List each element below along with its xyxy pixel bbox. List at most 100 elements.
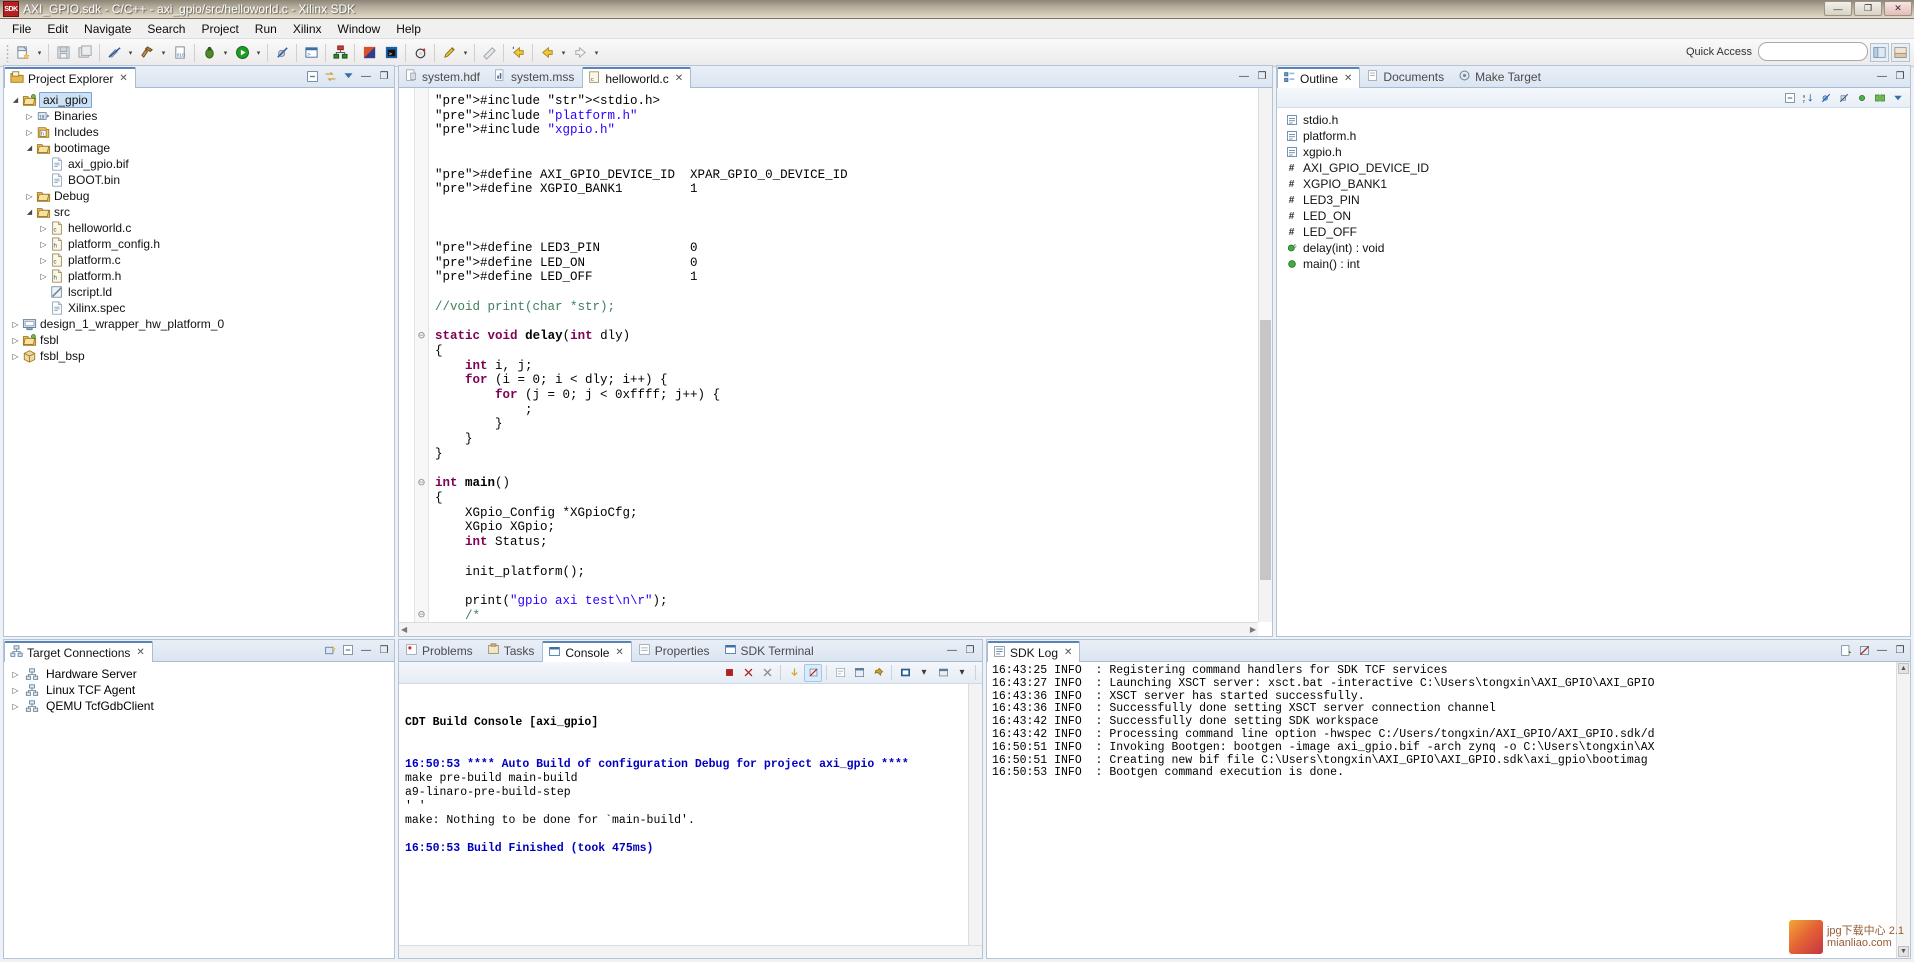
maximize-button[interactable]: ❐	[1854, 1, 1882, 16]
fold-toggle-icon[interactable]: ⊖	[415, 608, 428, 623]
target-connections-body[interactable]: Hardware Server Linux TCF Agent QEMU TcfGd…	[4, 662, 394, 958]
tab-console[interactable]: Console ✕	[542, 641, 632, 662]
tree-item-platform-h[interactable]: h platform.h	[6, 268, 394, 284]
twisty-collapsed-icon[interactable]	[10, 336, 21, 345]
hide-nonpublic-icon[interactable]	[1854, 90, 1870, 106]
console-body[interactable]: ▾ ▾ CDT Build Console [axi_gpio] 16:50:5…	[399, 662, 982, 958]
close-icon[interactable]: ✕	[136, 647, 144, 658]
sort-icon[interactable]: az	[1800, 90, 1816, 106]
outline-tree[interactable]: stdio.h platform.h xgpio.h # AXI_GPIO_DEVICE…	[1277, 108, 1910, 272]
scroll-lock-icon[interactable]	[785, 664, 803, 682]
refresh-icon[interactable]	[409, 42, 431, 64]
tree-item-boot-bin[interactable]: BOOT.bin	[6, 172, 394, 188]
menu-xilinx[interactable]: Xilinx	[285, 20, 330, 38]
tree-item-xilinx-spec[interactable]: Xilinx.spec	[6, 300, 394, 316]
outline-item[interactable]: platform.h	[1281, 128, 1910, 144]
close-button[interactable]: ✕	[1884, 1, 1912, 16]
twisty-collapsed-icon[interactable]	[38, 272, 49, 281]
forward-dropdown-icon[interactable]: ▾	[591, 42, 602, 64]
program-fpga-icon[interactable]: 010	[169, 42, 191, 64]
debug-dropdown-icon[interactable]: ▾	[220, 42, 231, 64]
tree-item-bootimage[interactable]: bootimage	[6, 140, 394, 156]
toolbar-grip[interactable]	[6, 43, 9, 62]
build-dropdown-icon[interactable]: ▾	[158, 42, 169, 64]
close-icon[interactable]: ✕	[675, 73, 683, 84]
twisty-collapsed-icon[interactable]	[10, 702, 21, 711]
twisty-collapsed-icon[interactable]	[38, 224, 49, 233]
twisty-collapsed-icon[interactable]	[24, 192, 35, 201]
scroll-right-icon[interactable]: ▶	[1250, 625, 1256, 634]
twisty-expanded-icon[interactable]	[24, 208, 35, 216]
tree-item-debug[interactable]: Debug	[6, 188, 394, 204]
build-hammer-icon[interactable]	[136, 42, 158, 64]
terminal-icon[interactable]: >	[300, 42, 322, 64]
terminate-icon[interactable]	[720, 664, 738, 682]
menu-navigate[interactable]: Navigate	[76, 20, 139, 38]
console-horizontal-scrollbar[interactable]	[399, 945, 982, 958]
save-icon[interactable]	[52, 42, 74, 64]
fold-toggle-icon[interactable]: ⊖	[415, 476, 428, 491]
perspective-debug-button[interactable]	[1891, 43, 1910, 62]
twisty-collapsed-icon[interactable]	[24, 128, 35, 137]
display-selected-console-icon[interactable]	[896, 664, 914, 682]
sdk-log-body[interactable]: 16:43:25 INFO : Registering command hand…	[987, 662, 1910, 958]
minimize-icon[interactable]: —	[944, 642, 960, 658]
tree-item-axi-gpio[interactable]: axi_gpio	[6, 92, 394, 108]
tab-system-mss[interactable]: system.mss	[488, 66, 582, 87]
skip-breakpoints-icon[interactable]	[271, 42, 293, 64]
hw-connect-icon[interactable]	[329, 42, 351, 64]
project-tree[interactable]: axi_gpio 10 Binaries h Includes bootimage axi_…	[4, 88, 394, 364]
pencil-dropdown-icon[interactable]: ▾	[460, 42, 471, 64]
editor-folding-gutter[interactable]: ⊖ ⊖ ⊖	[415, 88, 429, 636]
outline-item[interactable]: # LED_OFF	[1281, 224, 1910, 240]
display-selected-dropdown-icon[interactable]: ▾	[915, 664, 933, 682]
collapse-all-icon[interactable]	[1782, 90, 1798, 106]
console-vertical-scrollbar[interactable]	[968, 684, 982, 958]
menu-project[interactable]: Project	[193, 20, 246, 38]
scroll-up-icon[interactable]: ▲	[1898, 663, 1909, 674]
source-code[interactable]: "pre">#include "str"><stdio.h> "pre">#inc…	[429, 88, 1272, 636]
export-log-icon[interactable]	[1838, 642, 1854, 658]
tab-project-explorer[interactable]: Project Explorer ✕	[4, 67, 136, 88]
scroll-left-icon[interactable]: ◀	[401, 625, 407, 634]
outline-item[interactable]: xgpio.h	[1281, 144, 1910, 160]
tab-documents[interactable]: Documents	[1360, 66, 1452, 87]
twisty-collapsed-icon[interactable]	[10, 686, 21, 695]
sdk-log-vertical-scrollbar[interactable]: ▲ ▼	[1896, 662, 1910, 958]
open-console-dropdown-icon[interactable]: ▾	[953, 664, 971, 682]
outline-item[interactable]: # AXI_GPIO_DEVICE_ID	[1281, 160, 1910, 176]
editor-horizontal-scrollbar[interactable]: ◀ ▶	[399, 622, 1258, 636]
pencil-icon[interactable]	[438, 42, 460, 64]
clear-console-icon[interactable]	[804, 663, 822, 682]
quick-access[interactable]: Quick Access	[1686, 42, 1868, 61]
tab-properties[interactable]: Properties	[632, 640, 718, 661]
tab-system-hdf[interactable]: system.hdf	[399, 66, 488, 87]
maximize-icon[interactable]: ❐	[1892, 642, 1908, 658]
twisty-expanded-icon[interactable]	[10, 96, 21, 104]
xsct-console-icon[interactable]: >	[380, 42, 402, 64]
outline-item[interactable]: # LED_ON	[1281, 208, 1910, 224]
forward-icon[interactable]	[569, 42, 591, 64]
run-icon[interactable]	[231, 42, 253, 64]
no-build-dropdown-icon[interactable]: ▾	[125, 42, 136, 64]
maximize-icon[interactable]: ❐	[1892, 68, 1908, 84]
maximize-icon[interactable]: ❐	[376, 68, 392, 84]
maximize-icon[interactable]: ❐	[1254, 68, 1270, 84]
tree-item-helloworld-c[interactable]: c helloworld.c	[6, 220, 394, 236]
outline-body[interactable]: az stdio.h platform.h xgpio.h # AXI_GPIO…	[1277, 88, 1910, 636]
minimize-icon[interactable]: —	[358, 68, 374, 84]
target-connection-item[interactable]: Linux TCF Agent	[4, 682, 394, 698]
perspective-cpp-button[interactable]	[1870, 43, 1889, 62]
word-wrap-icon[interactable]	[831, 664, 849, 682]
tab-make-target[interactable]: Make Target	[1452, 66, 1549, 87]
menu-run[interactable]: Run	[247, 20, 285, 38]
tab-sdk-log[interactable]: SDK Log ✕	[987, 641, 1081, 662]
remove-launch-icon[interactable]	[739, 664, 757, 682]
no-build-icon[interactable]	[103, 42, 125, 64]
new-wizard-dropdown-icon[interactable]: ▾	[34, 42, 45, 64]
new-wizard-icon[interactable]	[12, 42, 34, 64]
editor-marker-bar[interactable]	[399, 88, 415, 636]
twisty-collapsed-icon[interactable]	[10, 320, 21, 329]
maximize-icon[interactable]: ❐	[962, 642, 978, 658]
tree-item-axi-gpio-bif[interactable]: axi_gpio.bif	[6, 156, 394, 172]
